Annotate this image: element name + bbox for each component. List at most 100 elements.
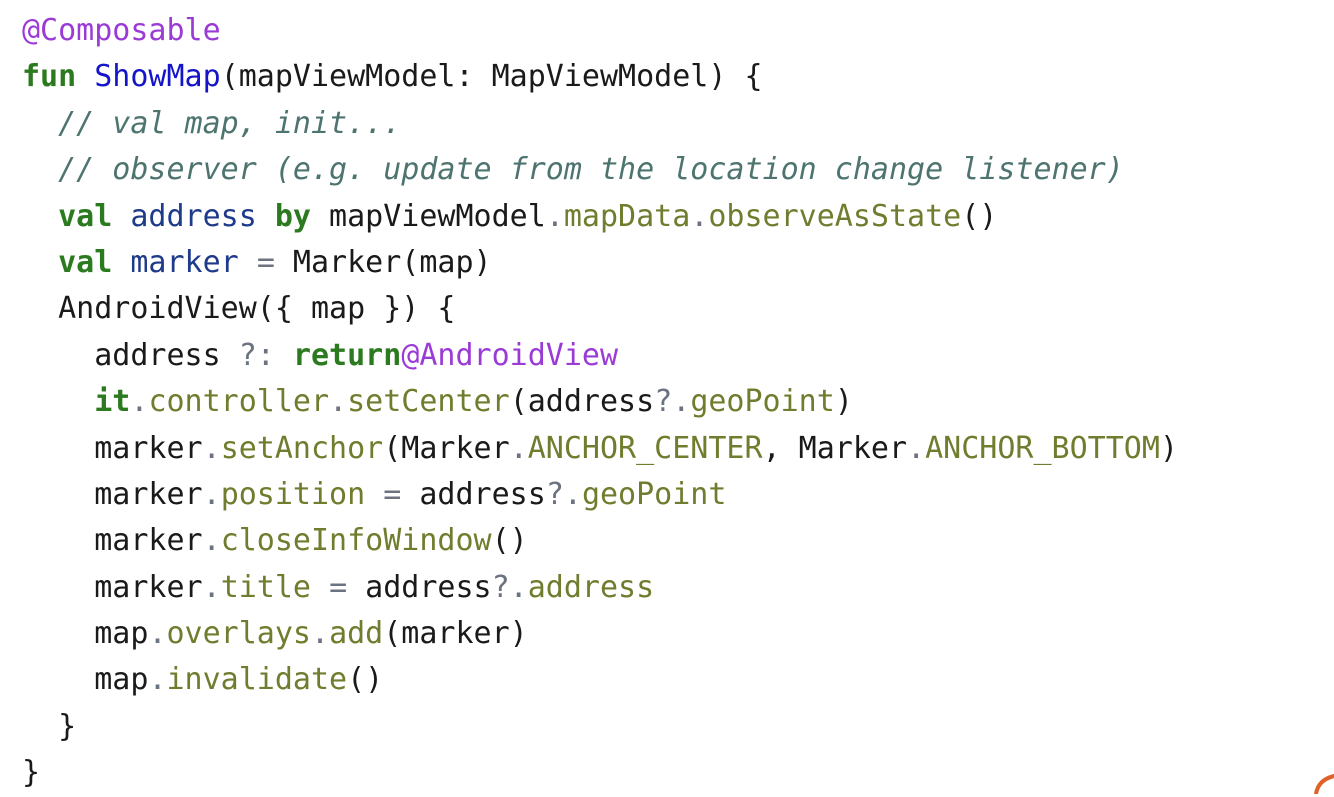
code-token-op: . (545, 198, 564, 234)
code-token-op: ?. (654, 384, 691, 420)
code-token-op: . (311, 616, 330, 652)
code-token-op: . (690, 198, 709, 234)
code-token-member: setCenter (347, 384, 510, 420)
code-token-plain: () (491, 523, 528, 559)
code-token-member: overlays (166, 616, 312, 652)
code-token-member: observeAsState (708, 198, 962, 234)
code-token-op: . (907, 430, 926, 466)
code-token-plain: (Marker (383, 430, 510, 466)
code-token-comment: // observer (e.g. update from the locati… (58, 152, 1124, 188)
code-line: marker.setAnchor(Marker.ANCHOR_CENTER, M… (22, 426, 1178, 472)
code-line: AndroidView({ map }) { (22, 286, 1178, 332)
code-line: } (22, 750, 1178, 796)
code-token-plain: marker (22, 569, 203, 605)
code-token-op: . (329, 384, 348, 420)
code-line: // observer (e.g. update from the locati… (22, 147, 1178, 193)
code-token-plain: map (22, 616, 149, 652)
code-line: } (22, 704, 1178, 750)
code-token-member: geoPoint (581, 476, 727, 512)
corner-arc-mark (1314, 774, 1334, 794)
code-token-op: . (130, 384, 149, 420)
code-line: marker.title = address?.address (22, 565, 1178, 611)
code-token-op: ?. (545, 476, 582, 512)
code-token-member: address (527, 569, 655, 605)
code-token-member: closeInfoWindow (220, 523, 492, 559)
code-line: marker.closeInfoWindow() (22, 518, 1178, 564)
code-token-op: ?: (238, 337, 275, 373)
code-token-op: . (509, 430, 528, 466)
code-token-plain: marker (22, 476, 203, 512)
code-token-fn: ShowMap (94, 59, 221, 95)
code-token-member: ANCHOR_CENTER (527, 430, 763, 466)
code-token-kw: it (94, 384, 131, 420)
code-token-plain: , Marker (762, 430, 908, 466)
code-token-member: title (220, 569, 311, 605)
code-token-op: . (148, 616, 167, 652)
code-token-member: setAnchor (220, 430, 384, 466)
code-line: marker.position = address?.geoPoint (22, 472, 1178, 518)
code-token-kw: by (274, 198, 311, 234)
code-token-plain: address (347, 569, 492, 605)
code-token-var: marker (130, 244, 239, 280)
code-token-op: . (202, 430, 221, 466)
code-token-member: geoPoint (690, 384, 835, 420)
code-token-plain: () (961, 198, 998, 234)
code-token-member: mapData (563, 198, 691, 234)
code-token-op: = (383, 476, 402, 512)
code-line: map.overlays.add(marker) (22, 611, 1178, 657)
code-token-plain: () (347, 662, 384, 698)
code-token-member: invalidate (166, 662, 348, 698)
code-token-op: . (148, 662, 167, 698)
code-token-plain: (marker) (383, 616, 528, 652)
code-line: address ?: return@AndroidView (22, 333, 1178, 379)
code-line: it.controller.setCenter(address?.geoPoin… (22, 379, 1178, 425)
code-token-plain: address (401, 476, 546, 512)
code-token-plain: } (22, 708, 77, 744)
code-token-plain: (mapViewModel: MapViewModel) { (220, 59, 763, 95)
code-token-plain: Marker(map) (274, 244, 492, 280)
code-token-annot: @Composable (22, 13, 221, 48)
code-token-op: . (202, 523, 221, 559)
code-token-plain: AndroidView({ map }) { (22, 291, 456, 327)
code-token-plain: map (22, 662, 149, 698)
code-listing: @Composable fun ShowMap(mapViewModel: Map… (22, 8, 1178, 797)
code-token-kw: val (58, 244, 113, 280)
code-token-plain: ) (834, 384, 853, 420)
code-token-plain: mapViewModel (311, 198, 546, 234)
code-line: val address by mapViewModel.mapData.obse… (22, 194, 1178, 240)
code-token-var: address (130, 198, 257, 234)
code-token-member: controller (148, 384, 330, 420)
code-token-kw: val (58, 198, 113, 234)
code-line: fun ShowMap(mapViewModel: MapViewModel) … (22, 54, 1178, 100)
code-token-plain: marker (22, 430, 203, 466)
code-token-op: . (202, 476, 221, 512)
code-token-op: ?. (491, 569, 528, 605)
code-token-kw: fun (22, 59, 77, 95)
code-token-op: = (256, 244, 275, 280)
code-line: // val map, init... (22, 101, 1178, 147)
code-token-comment: // val map, init... (58, 105, 402, 141)
code-line: @Composable (22, 8, 1178, 54)
code-token-op: = (329, 569, 348, 605)
code-line: map.invalidate() (22, 657, 1178, 703)
code-token-plain: address (22, 337, 239, 373)
code-token-plain: (address (509, 384, 655, 420)
code-token-member: position (220, 476, 366, 512)
code-token-annot: @AndroidView (401, 337, 619, 373)
code-token-plain: ) (1159, 430, 1178, 466)
code-token-plain: } (22, 755, 41, 791)
code-token-member: add (329, 616, 384, 652)
